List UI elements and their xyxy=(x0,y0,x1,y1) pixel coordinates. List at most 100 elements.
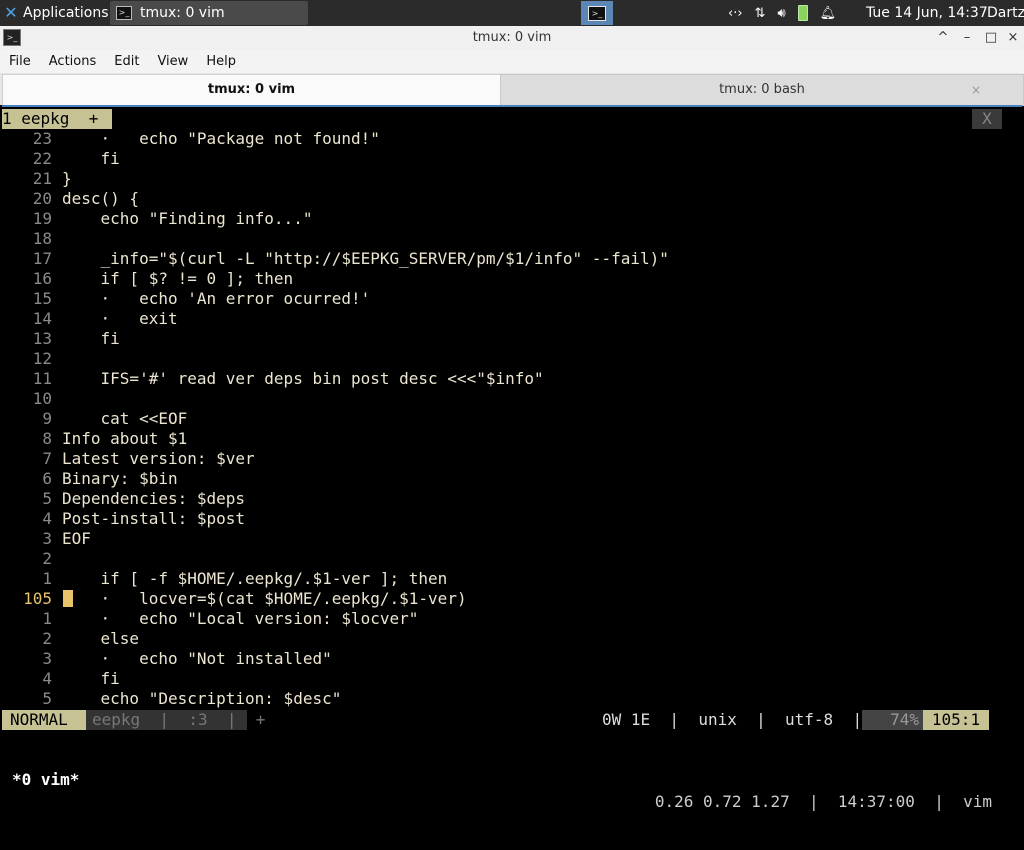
vim-filename: eepkg | :3 | + xyxy=(86,710,265,730)
battery-icon[interactable] xyxy=(797,5,808,21)
line-number: 3 xyxy=(42,649,52,668)
tmux-status-right: 0.26 0.72 1.27 | 14:37:00 | vim xyxy=(654,792,992,811)
tmux-window-list[interactable]: *0 vim* xyxy=(12,769,79,791)
tab-close-icon[interactable]: × xyxy=(971,75,981,105)
taskbar-item[interactable]: >_ tmux: 0 vim xyxy=(110,1,308,25)
code-line[interactable]: 15 · echo 'An error ocurred!' xyxy=(2,289,1020,309)
code-line[interactable]: 1 if [ -f $HOME/.eepkg/.$1-ver ]; then xyxy=(2,569,1020,589)
code-line[interactable]: 9 cat <<EOF xyxy=(2,409,1020,429)
menu-edit[interactable]: Edit xyxy=(105,54,148,69)
vim-tabline: 1 eepkg + X xyxy=(2,109,1020,129)
code-text: echo "Description: $desc" xyxy=(62,689,342,708)
clock[interactable]: Tue 14 Jun, 14:37 xyxy=(866,0,988,26)
line-number: 13 xyxy=(32,329,52,348)
code-line[interactable]: 4 Post-install: $post xyxy=(2,509,1020,529)
line-number: 20 xyxy=(32,189,52,208)
code-line[interactable]: 105 · locver=$(cat $HOME/.eepkg/.$1-ver) xyxy=(2,589,1020,609)
window-titlebar[interactable]: >_ tmux: 0 vim ^ – □ × xyxy=(0,26,1024,51)
code-line[interactable]: 18 xyxy=(2,229,1020,249)
line-number: 6 xyxy=(42,469,52,488)
code-text: cat <<EOF xyxy=(62,409,188,428)
code-text: · exit xyxy=(62,309,178,328)
menu-file[interactable]: File xyxy=(0,54,40,69)
code-line[interactable]: 16 if [ $? != 0 ]; then xyxy=(2,269,1020,289)
code-line[interactable]: 2 xyxy=(2,549,1020,569)
tab-vim[interactable]: tmux: 0 vim xyxy=(2,74,501,105)
menu-bar: File Actions Edit View Help xyxy=(0,50,1024,73)
tab-label: tmux: 0 vim xyxy=(207,82,296,97)
code-line[interactable]: 3 EOF xyxy=(2,529,1020,549)
code-line[interactable]: 8 Info about $1 xyxy=(2,429,1020,449)
code-line[interactable]: 14 · exit xyxy=(2,309,1020,329)
code-text: if [ $? != 0 ]; then xyxy=(62,269,294,288)
code-line[interactable]: 5 Dependencies: $deps xyxy=(2,489,1020,509)
code-line[interactable]: 12 xyxy=(2,349,1020,369)
code-line[interactable]: 3 · echo "Not installed" xyxy=(2,649,1020,669)
code-line[interactable]: 4 fi xyxy=(2,669,1020,689)
menu-actions[interactable]: Actions xyxy=(40,54,106,69)
code-text: echo "Finding info..." xyxy=(62,209,313,228)
code-text: Dependencies: $deps xyxy=(62,489,246,508)
code-text: IFS='#' read ver deps bin post desc <<<"… xyxy=(62,369,544,388)
vim-cursor-position: 105:1 xyxy=(923,710,989,730)
user-menu[interactable]: Dartz xyxy=(987,0,1024,26)
line-number: 21 xyxy=(32,169,52,188)
code-text: EOF xyxy=(62,529,91,548)
code-text: · echo "Not installed" xyxy=(62,649,332,668)
line-number: 4 xyxy=(42,669,52,688)
code-text: Binary: $bin xyxy=(62,469,178,488)
close-button[interactable]: × xyxy=(1004,29,1022,47)
menu-help[interactable]: Help xyxy=(197,54,245,69)
line-number: 15 xyxy=(32,289,52,308)
line-number: 3 xyxy=(42,529,52,548)
code-line[interactable]: 10 xyxy=(2,389,1020,409)
line-number: 17 xyxy=(32,249,52,268)
shade-button[interactable]: ^ xyxy=(934,29,952,47)
code-line[interactable]: 1 · echo "Local version: $locver" xyxy=(2,609,1020,629)
terminal-icon: >_ xyxy=(588,5,606,21)
bell-icon[interactable]: 🔔︎ xyxy=(820,6,837,21)
volume-icon[interactable]: 🔊︎ xyxy=(777,6,785,21)
line-number: 9 xyxy=(42,409,52,428)
workspace-switcher[interactable]: >_ xyxy=(581,1,613,25)
code-line[interactable]: 17 _info="$(curl -L "http://$EEPKG_SERVE… xyxy=(2,249,1020,269)
vim-tab[interactable]: 1 eepkg + xyxy=(2,109,112,129)
line-number: 105 xyxy=(23,589,52,608)
code-line[interactable]: 23 · echo "Package not found!" xyxy=(2,129,1020,149)
transfer-icon[interactable]: ⇅ xyxy=(755,6,766,21)
code-line[interactable]: 19 echo "Finding info..." xyxy=(2,209,1020,229)
code-line[interactable]: 2 else xyxy=(2,629,1020,649)
code-line[interactable]: 7 Latest version: $ver xyxy=(2,449,1020,469)
maximize-button[interactable]: □ xyxy=(982,29,1000,47)
tab-label: tmux: 0 bash xyxy=(719,82,805,97)
code-line[interactable]: 22 fi xyxy=(2,149,1020,169)
code-line[interactable]: 6 Binary: $bin xyxy=(2,469,1020,489)
code-line[interactable]: 5 echo "Description: $desc" xyxy=(2,689,1020,709)
line-number: 2 xyxy=(42,629,52,648)
line-number: 16 xyxy=(32,269,52,288)
code-text: fi xyxy=(62,329,120,348)
code-text: if [ -f $HOME/.eepkg/.$1-ver ]; then xyxy=(62,569,448,588)
code-text: fi xyxy=(62,149,120,168)
code-text: else xyxy=(62,629,140,648)
vim-tab-close[interactable]: X xyxy=(972,109,1002,129)
terminal-area[interactable]: 1 eepkg + X 23 · echo "Package not found… xyxy=(2,105,1022,811)
line-number: 14 xyxy=(32,309,52,328)
code-line[interactable]: 21} xyxy=(2,169,1020,189)
menu-view[interactable]: View xyxy=(148,54,197,69)
code-line[interactable]: 13 fi xyxy=(2,329,1020,349)
applications-menu[interactable]: ✕ Applications xyxy=(0,0,110,26)
minimize-button[interactable]: – xyxy=(958,29,976,47)
vim-mode: NORMAL xyxy=(2,710,86,730)
tab-bash[interactable]: tmux: 0 bash × xyxy=(500,74,1024,106)
line-number: 22 xyxy=(32,149,52,168)
line-number: 5 xyxy=(42,689,52,708)
code-line[interactable]: 11 IFS='#' read ver deps bin post desc <… xyxy=(2,369,1020,389)
code-text: Latest version: $ver xyxy=(62,449,255,468)
code-text: desc() { xyxy=(62,189,140,208)
applications-label: Applications xyxy=(23,5,109,21)
code-line[interactable]: 20 desc() { xyxy=(2,189,1020,209)
network-icon[interactable]: ‹·› xyxy=(728,6,743,21)
terminal-icon: >_ xyxy=(116,6,132,20)
code-text: · echo "Package not found!" xyxy=(62,129,380,148)
